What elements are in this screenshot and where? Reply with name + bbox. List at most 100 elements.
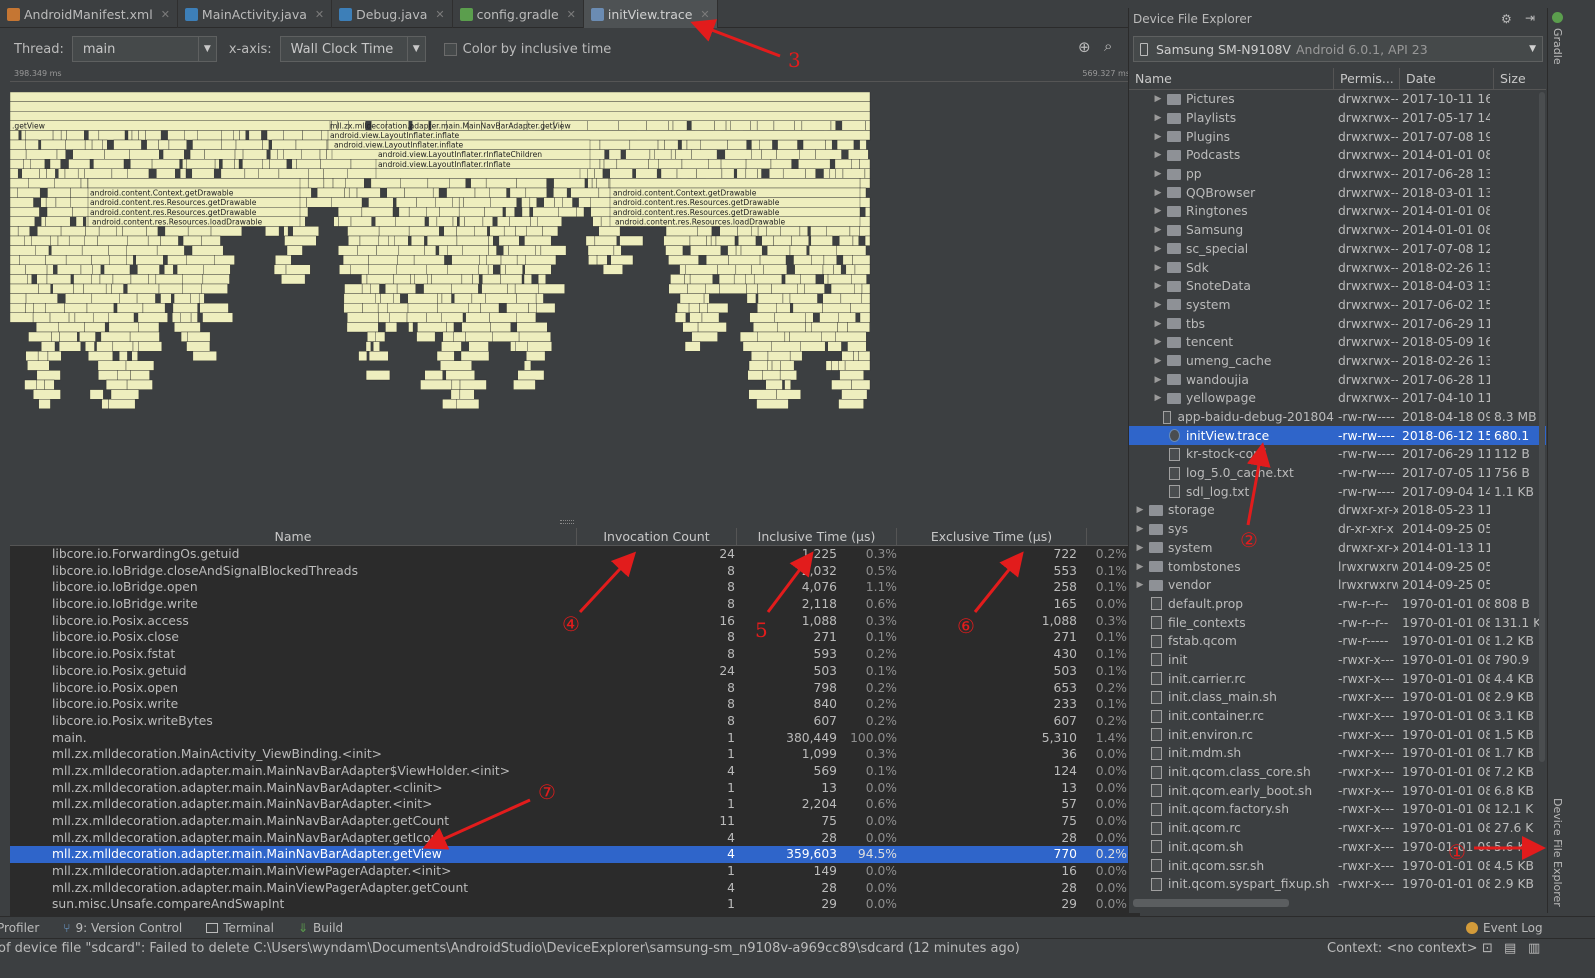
flame-frame[interactable]: [446, 187, 476, 198]
flame-frame[interactable]: [10, 264, 26, 275]
flame-frame[interactable]: [852, 235, 859, 246]
flame-frame[interactable]: [777, 139, 798, 150]
header-name[interactable]: Name: [10, 528, 577, 545]
flame-frame[interactable]: [202, 274, 230, 285]
flame-frame[interactable]: [108, 254, 127, 265]
flame-frame[interactable]: [10, 226, 19, 237]
expand-arrow-icon[interactable]: ▶: [1149, 132, 1167, 142]
flame-frame[interactable]: [338, 245, 358, 256]
flame-frame[interactable]: [784, 274, 801, 285]
file-row[interactable]: ▶ vendor lrwxrwxrwx 2014-09-25 05:: [1129, 576, 1546, 595]
flame-frame[interactable]: [456, 235, 489, 246]
flame-frame[interactable]: [191, 245, 224, 256]
flame-frame[interactable]: [160, 293, 172, 304]
flame-frame[interactable]: [823, 274, 829, 285]
flame-frame[interactable]: [864, 235, 871, 246]
flame-frame[interactable]: [408, 226, 440, 237]
flame-frame[interactable]: [524, 235, 552, 246]
flame-frame[interactable]: [535, 245, 542, 256]
flame-frame[interactable]: [365, 341, 372, 352]
flame-frame[interactable]: [242, 149, 268, 160]
flame-frame[interactable]: [45, 254, 67, 265]
flame-frame[interactable]: [407, 302, 438, 313]
flame-frame[interactable]: [588, 254, 598, 265]
flame-frame[interactable]: [239, 130, 246, 141]
flame-frame[interactable]: [426, 206, 440, 217]
flame-frame[interactable]: [417, 322, 447, 333]
flame-frame[interactable]: [748, 389, 777, 400]
flame-frame[interactable]: [273, 264, 287, 275]
flame-frame[interactable]: [426, 235, 458, 246]
flame-frame[interactable]: [770, 158, 792, 169]
notification-icon[interactable]: ▥: [1528, 941, 1540, 956]
flame-frame[interactable]: [578, 197, 591, 208]
flame-frame[interactable]: [136, 293, 156, 304]
flame-frame[interactable]: [823, 254, 837, 265]
flame-frame[interactable]: [220, 168, 246, 179]
flame-frame[interactable]: [762, 370, 781, 381]
flame-frame[interactable]: [675, 149, 692, 160]
flame-frame[interactable]: [861, 283, 871, 294]
flame-frame[interactable]: [848, 149, 869, 160]
flame-frame[interactable]: [484, 206, 504, 217]
flame-frame[interactable]: [446, 322, 455, 333]
flame-frame[interactable]: [93, 158, 125, 169]
flame-frame[interactable]: [64, 168, 79, 179]
flame-frame[interactable]: [428, 216, 438, 227]
file-row[interactable]: init.carrier.rc -rwxr-x--- 1970-01-01 08: 4…: [1129, 669, 1546, 688]
flame-frame[interactable]: [472, 274, 480, 285]
flame-frame[interactable]: [735, 245, 742, 256]
flame-frame[interactable]: [10, 283, 39, 294]
flame-frame[interactable]: [10, 178, 29, 189]
flame-frame[interactable]: [592, 216, 602, 227]
flame-frame[interactable]: [91, 274, 101, 285]
flame-frame[interactable]: [719, 226, 738, 237]
expand-arrow-icon[interactable]: ▶: [1131, 580, 1149, 590]
flame-frame[interactable]: [738, 235, 757, 246]
flame-frame[interactable]: [299, 216, 306, 227]
flame-frame[interactable]: [600, 216, 611, 227]
flame-frame[interactable]: [835, 168, 844, 179]
flame-frame[interactable]: [516, 178, 547, 189]
flame-frame[interactable]: [792, 302, 823, 313]
flame-frame[interactable]: [558, 206, 577, 217]
flame-frame[interactable]: [424, 245, 437, 256]
flame-frame[interactable]: [10, 206, 40, 217]
flame-frame[interactable]: [703, 293, 710, 304]
header-inclusive-time[interactable]: Inclusive Time (µs): [737, 528, 897, 545]
flame-frame[interactable]: [861, 293, 871, 304]
flame-frame[interactable]: [91, 254, 110, 265]
expand-arrow-icon[interactable]: ▶: [1149, 225, 1167, 235]
flame-frame[interactable]: [296, 158, 321, 169]
flame-frame[interactable]: [540, 245, 567, 256]
flame-frame[interactable]: [396, 264, 427, 275]
dfe-header-size[interactable]: Size: [1494, 68, 1546, 89]
file-row[interactable]: ▶ Plugins drwxrwx--- 2017-07-08 19:: [1129, 127, 1546, 146]
flame-frame[interactable]: [348, 235, 361, 246]
flame-frame[interactable]: [489, 226, 505, 237]
file-row[interactable]: ▶ wandoujia drwxrwx--- 2017-06-28 11:: [1129, 370, 1546, 389]
flame-frame[interactable]: [59, 331, 78, 342]
flame-frame[interactable]: [10, 312, 34, 323]
flame-frame[interactable]: [130, 370, 150, 381]
flame-frame[interactable]: [361, 206, 394, 217]
flame-frame[interactable]: [375, 168, 581, 179]
flame-frame[interactable]: [802, 139, 826, 150]
flame-frame[interactable]: [697, 226, 713, 237]
flame-frame[interactable]: [89, 389, 104, 400]
flame-frame[interactable]: [284, 235, 317, 246]
table-row[interactable]: mll.zx.mlldecoration.adapter.main.MainNa…: [10, 846, 1140, 864]
flame-frame[interactable]: [447, 245, 463, 256]
file-row[interactable]: ▶ QQBrowser drwxrwx--- 2018-03-01 13:: [1129, 183, 1546, 202]
flame-frame[interactable]: [840, 293, 863, 304]
flame-frame[interactable]: [38, 283, 51, 294]
flame-frame[interactable]: [827, 341, 842, 352]
table-row[interactable]: libcore.io.IoBridge.closeAndSignalBlocke…: [10, 563, 1140, 580]
flame-frame[interactable]: [831, 360, 839, 371]
flame-frame[interactable]: [393, 293, 401, 304]
flame-frame[interactable]: [542, 226, 559, 237]
flame-frame[interactable]: [801, 120, 832, 131]
flame-frame[interactable]: [378, 226, 410, 237]
flame-frame[interactable]: [721, 168, 735, 179]
flame-frame[interactable]: [10, 120, 331, 131]
